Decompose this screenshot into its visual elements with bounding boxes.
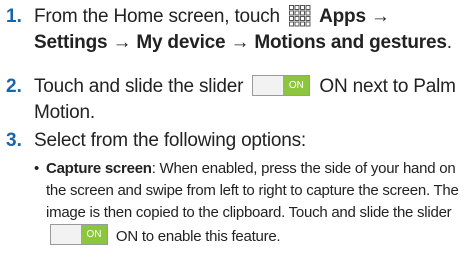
period: . — [446, 32, 452, 53]
step-1-lead: From the Home screen, touch — [34, 6, 280, 27]
settings-label: Settings — [34, 32, 108, 53]
step-number: 1. — [6, 6, 22, 27]
step-text: From the Home screen, touch Apps → Setti… — [34, 4, 468, 56]
step-number: 2. — [6, 76, 22, 97]
option-term: Capture screen — [46, 160, 152, 177]
bullet: • — [34, 160, 40, 177]
step-text: Select from the following options: — [34, 130, 307, 151]
apps-label: Apps — [319, 6, 366, 27]
step-2-lead: Touch and slide the slider — [34, 76, 244, 97]
step-number: 3. — [6, 130, 22, 151]
step-text: Touch and slide the slider ON ON next to… — [34, 74, 468, 126]
option-tail: ON to enable this feature. — [115, 228, 281, 245]
arrow: → — [370, 6, 390, 27]
apps-grid-icon — [289, 5, 311, 27]
arrow: → — [112, 32, 132, 53]
palm-motion-toggle[interactable]: ON — [252, 75, 311, 96]
toggle-on-label: ON — [81, 225, 107, 244]
menu-path: My device → Motions and gestures — [136, 32, 447, 53]
capture-screen-toggle[interactable]: ON — [50, 224, 108, 245]
option-text: Capture screen: When enabled, press the … — [46, 158, 474, 248]
toggle-on-label: ON — [283, 76, 310, 95]
